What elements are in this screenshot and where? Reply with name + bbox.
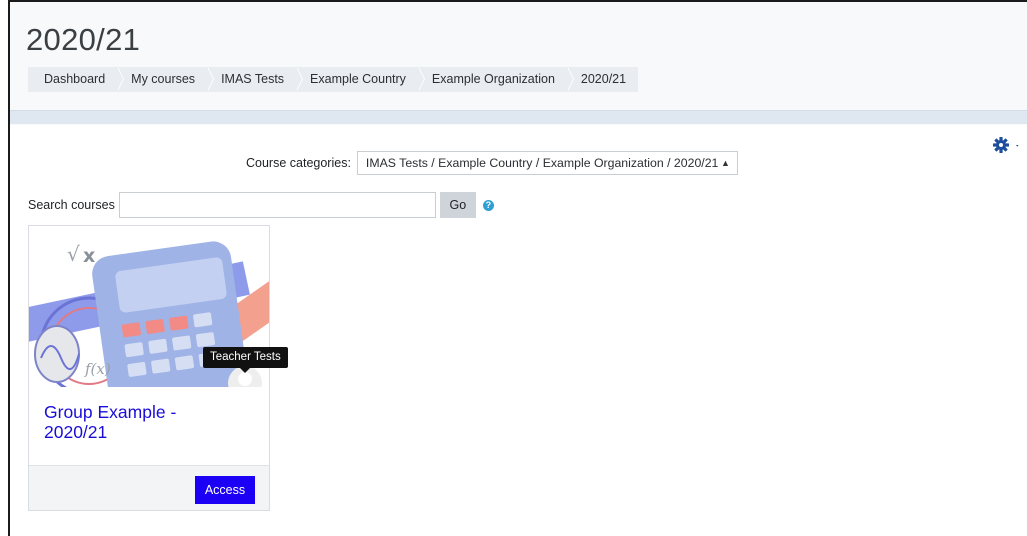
search-courses-input[interactable] <box>118 192 436 218</box>
breadcrumb: Dashboard My courses IMAS Tests Example … <box>28 67 639 92</box>
svg-text:√: √ <box>67 242 80 266</box>
course-categories-select[interactable]: IMAS Tests / Example Country / Example O… <box>356 151 738 175</box>
svg-text:x: x <box>83 245 95 267</box>
gear-icon <box>993 137 1019 153</box>
search-courses-label: Search courses <box>28 198 115 212</box>
course-card: √ x f(x) Group Example - 2020/21 Access <box>28 225 270 511</box>
teacher-tooltip: Teacher Tests <box>203 347 288 373</box>
breadcrumb-item-my-courses[interactable]: My courses <box>117 67 214 92</box>
search-go-button[interactable]: Go <box>439 192 476 218</box>
select-caret-icon: ▲ <box>721 158 730 168</box>
course-categories-label: Course categories: <box>246 156 351 170</box>
header-divider-band <box>10 110 1027 124</box>
question-circle-icon[interactable]: ? <box>482 199 494 211</box>
settings-menu-button[interactable] <box>993 137 1023 153</box>
chevron-down-icon <box>1016 145 1019 147</box>
search-courses-row: Search courses Go ? <box>28 192 494 218</box>
course-title-link[interactable]: Group Example - 2020/21 <box>44 402 244 442</box>
page-header <box>8 0 1027 125</box>
access-button[interactable]: Access <box>195 476 255 504</box>
svg-text:f(x): f(x) <box>84 360 111 378</box>
breadcrumb-item-dashboard[interactable]: Dashboard <box>28 67 125 92</box>
page-title: 2020/21 <box>26 22 141 57</box>
breadcrumb-item-imas-tests[interactable]: IMAS Tests <box>207 67 304 92</box>
breadcrumb-item-example-country[interactable]: Example Country <box>296 67 425 92</box>
course-categories-row: Course categories: IMAS Tests / Example … <box>246 151 738 175</box>
course-card-footer: Access <box>29 465 269 510</box>
course-categories-selected: IMAS Tests / Example Country / Example O… <box>365 156 719 170</box>
window-left-edge <box>8 125 10 536</box>
breadcrumb-item-current[interactable]: 2020/21 <box>567 67 638 92</box>
breadcrumb-item-example-organization[interactable]: Example Organization <box>418 67 574 92</box>
